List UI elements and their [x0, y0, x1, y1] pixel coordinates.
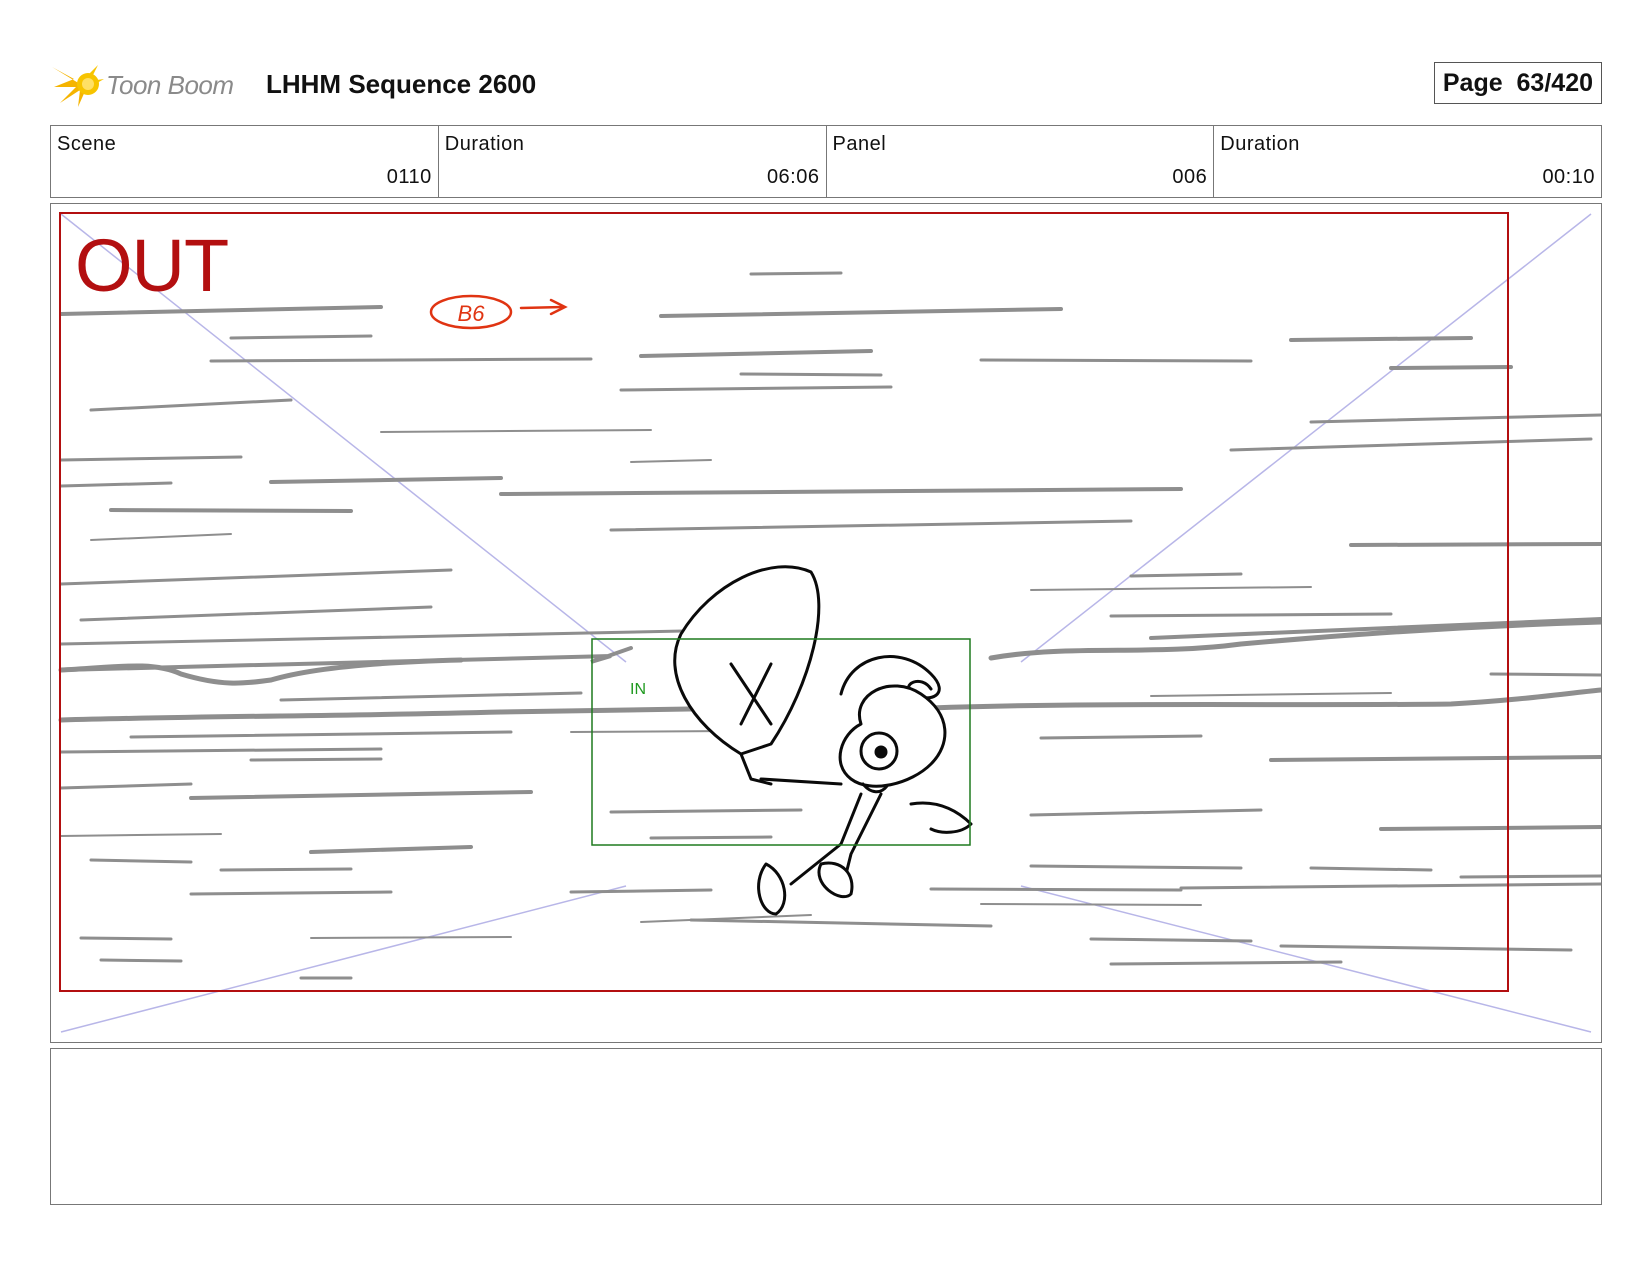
character-sketch — [673, 565, 973, 916]
out-label: OUT — [75, 224, 229, 307]
panel-value: 006 — [1172, 166, 1208, 188]
page-header: Toon Boom LHHM Sequence 2600 Page 63/420 — [50, 55, 1602, 111]
logo-text: Toon Boom — [106, 70, 234, 100]
annotation-text: B6 — [458, 301, 486, 326]
scene-duration-value: 06:06 — [766, 166, 820, 188]
panel-duration-value: 00:10 — [1542, 166, 1595, 188]
panel-drawing: B6 — [58, 212, 1601, 1033]
scene-cell: Scene 0110 — [51, 126, 439, 197]
panel-label: Panel — [832, 133, 887, 155]
scene-duration-cell: Duration 06:06 — [439, 126, 827, 197]
scene-label: Scene — [57, 133, 117, 155]
scene-value: 0110 — [386, 166, 432, 188]
panel-duration-cell: Duration 00:10 — [1214, 126, 1601, 197]
page-indicator: Page 63/420 — [1433, 62, 1602, 104]
panel-cell: Panel 006 — [827, 126, 1215, 197]
toon-boom-logo: Toon Boom — [50, 57, 250, 111]
scene-duration-label: Duration — [444, 133, 525, 155]
annotation-marker — [429, 294, 568, 330]
panel-notes-box[interactable] — [50, 1048, 1602, 1205]
page-label: Page — [1442, 69, 1503, 97]
page-number: 63/420 — [1516, 69, 1593, 97]
toon-boom-logo-icon — [52, 65, 104, 107]
panel-info-row: Scene 0110 Duration 06:06 Panel 006 Dura… — [50, 125, 1602, 198]
sequence-title: LHHM Sequence 2600 — [266, 69, 537, 99]
storyboard-panel[interactable]: B6 OUT IN — [50, 203, 1602, 1043]
panel-duration-label: Duration — [1220, 133, 1300, 155]
in-label: IN — [630, 681, 646, 698]
